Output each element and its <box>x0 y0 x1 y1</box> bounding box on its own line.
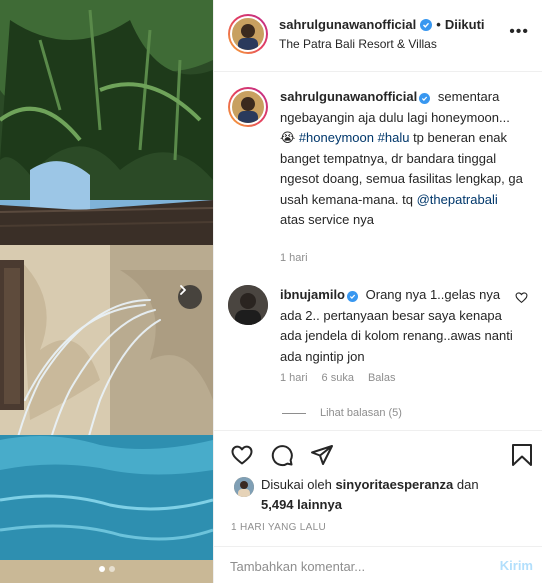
carousel-dot <box>98 566 105 572</box>
follow-status-button[interactable]: Diikuti <box>445 17 485 32</box>
chevron-right-icon <box>180 285 186 295</box>
liked-by: Disukai oleh sinyoritaesperanza dan 5,49… <box>234 475 479 515</box>
add-comment-bar: Kirim <box>214 546 542 583</box>
post-side-panel: sahrulgunawanofficial • Diikuti The Patr… <box>213 0 542 583</box>
caption-meta: 1 hari <box>280 252 308 264</box>
verified-badge-icon <box>420 18 433 31</box>
author-line: sahrulgunawanofficial • Diikuti <box>279 17 485 32</box>
comment-icon[interactable] <box>270 443 294 467</box>
post-photo <box>0 0 213 583</box>
view-replies-label: Lihat balasan (5) <box>320 407 402 419</box>
view-replies-button[interactable]: Lihat balasan (5) <box>282 407 402 419</box>
share-icon[interactable] <box>310 443 334 467</box>
post-comment-button[interactable]: Kirim <box>500 558 533 573</box>
carousel-dot <box>108 566 115 572</box>
liked-by-prefix: Disukai oleh <box>261 477 332 492</box>
crying-emoji: 😭 <box>280 130 296 145</box>
comment-time[interactable]: 1 hari <box>280 372 308 384</box>
liker-avatar[interactable] <box>234 477 254 497</box>
liked-by-user[interactable]: sinyoritaesperanza <box>335 477 453 492</box>
like-comment-heart-icon[interactable] <box>515 291 528 304</box>
caption-body-3: atas service nya <box>280 212 374 227</box>
caption-text: sahrulgunawanofficial sementara ngebayan… <box>280 87 523 231</box>
reply-button[interactable]: Balas <box>368 372 396 384</box>
comment-likes[interactable]: 6 suka <box>322 372 354 384</box>
mention-thepatrabali[interactable]: @thepatrabali <box>417 192 498 207</box>
others-like-count[interactable]: 5,494 lainnya <box>261 497 342 512</box>
caption-username[interactable]: sahrulgunawanofficial <box>280 89 417 104</box>
comment-meta: 1 hari 6 suka Balas <box>280 372 395 384</box>
commenter-avatar[interactable] <box>228 285 268 325</box>
save-bookmark-icon[interactable] <box>511 443 533 467</box>
liked-by-text: Disukai oleh sinyoritaesperanza dan 5,49… <box>261 475 479 515</box>
liked-by-and: dan <box>456 477 479 492</box>
heart-icon[interactable] <box>230 443 254 467</box>
caption-time[interactable]: 1 hari <box>280 252 308 264</box>
verified-badge-icon <box>419 93 431 104</box>
author-username[interactable]: sahrulgunawanofficial <box>279 17 416 32</box>
verified-badge-icon <box>347 291 358 302</box>
more-options-icon[interactable]: ••• <box>509 24 529 40</box>
next-photo-button[interactable] <box>178 285 202 309</box>
post-location[interactable]: The Patra Bali Resort & Villas <box>279 37 437 51</box>
caption-author-avatar[interactable] <box>228 87 268 127</box>
comment-input[interactable] <box>230 555 480 577</box>
commenter-username[interactable]: ibnujamilo <box>280 287 345 302</box>
separator-dot: • <box>436 17 441 32</box>
carousel-dots <box>0 566 213 572</box>
author-avatar[interactable] <box>228 14 268 54</box>
hashtag-halu[interactable]: #halu <box>378 130 410 145</box>
comment-text: ibnujamilo Orang nya 1..gelas nya ada 2.… <box>280 285 523 367</box>
post-date[interactable]: 1 HARI YANG LALU <box>231 522 326 533</box>
replies-divider <box>282 412 306 414</box>
hashtag-honeymoon[interactable]: #honeymoon <box>299 130 374 145</box>
post-header: sahrulgunawanofficial • Diikuti The Patr… <box>214 0 542 72</box>
post-actions: Disukai oleh sinyoritaesperanza dan 5,49… <box>214 430 542 583</box>
comments-area: sahrulgunawanofficial sementara ngebayan… <box>214 73 542 433</box>
